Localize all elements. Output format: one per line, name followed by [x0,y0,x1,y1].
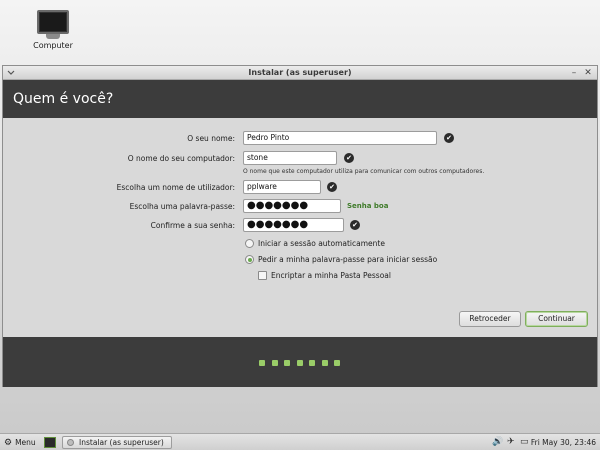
window-menu-icon[interactable] [7,69,15,77]
task-label: Instalar (as superuser) [79,438,164,447]
confirm-password-label: Confirme a sua senha: [150,221,235,230]
computer-name-field[interactable]: stone [243,151,337,165]
progress-step-dot [284,360,290,366]
require-password-label[interactable]: Pedir a minha palavra-passe para iniciar… [258,255,437,264]
name-valid-check-icon: ✔ [444,133,454,143]
require-password-radio[interactable] [245,255,254,264]
confirm-password-field[interactable]: ●●●●●●● [243,218,344,232]
back-button[interactable]: Retroceder [459,311,521,327]
computer-name-valid-check-icon: ✔ [344,153,354,163]
encrypt-home-checkbox[interactable] [258,271,267,280]
autologin-radio[interactable] [245,239,254,248]
volume-icon[interactable]: 🔊 [492,435,503,450]
password-label: Escolha uma palavra-passe: [129,202,235,211]
close-icon[interactable]: ✕ [583,67,593,79]
menu-button[interactable]: ⚙ Menu [4,436,36,449]
taskbar-window-button[interactable]: Instalar (as superuser) [62,436,172,449]
progress-step-dot [309,360,315,366]
minimize-icon[interactable]: – [569,67,579,79]
monitor-icon [37,10,69,34]
progress-step-dot [296,360,303,366]
computer-icon-label: Computer [33,41,73,50]
progress-step-dot [334,360,340,366]
username-label: Escolha um nome de utilizador: [116,183,235,192]
window-titlebar[interactable]: Instalar (as superuser) – ✕ [3,66,597,80]
computer-desktop-icon[interactable]: Computer [26,10,80,50]
username-field[interactable]: pplware [243,180,321,194]
monitor-stand [46,34,60,39]
form-area: O seu nome: Pedro Pinto ✔ O nome do seu … [3,118,597,337]
progress-footer [3,337,597,387]
progress-step-dot [259,360,265,366]
continue-button[interactable]: Continuar [525,311,588,327]
clock[interactable]: Fri May 30, 23:46 [531,435,596,450]
progress-step-dot [271,360,278,366]
window-title: Instalar (as superuser) [248,68,352,77]
name-label: O seu nome: [187,134,235,143]
password-strength-label: Senha boa [347,202,389,210]
encrypt-home-label[interactable]: Encriptar a minha Pasta Pessoal [271,271,391,280]
autologin-label[interactable]: Iniciar a sessão automaticamente [258,239,385,248]
menu-label: Menu [15,438,36,447]
password-field[interactable]: ●●●●●●● [243,199,341,213]
computer-name-label: O nome do seu computador: [127,154,235,163]
username-valid-check-icon: ✔ [327,182,337,192]
installer-window: Instalar (as superuser) – ✕ Quem é você?… [2,65,598,387]
terminal-launcher-icon[interactable] [44,437,56,448]
battery-icon[interactable]: ▭ [520,435,529,450]
confirm-valid-check-icon: ✔ [350,220,360,230]
taskbar: ⚙ Menu Instalar (as superuser) 🔊 ✈ ▭ Fri … [0,433,600,450]
page-title: Quem é você? [3,80,597,118]
progress-step-dot [321,360,328,366]
name-field[interactable]: Pedro Pinto [243,131,437,145]
computer-name-hint: O nome que este computador utiliza para … [243,168,485,175]
installer-task-icon [67,439,74,446]
progress-steps [259,359,347,366]
network-icon[interactable]: ✈ [507,435,515,450]
menu-gear-icon: ⚙ [4,438,13,448]
